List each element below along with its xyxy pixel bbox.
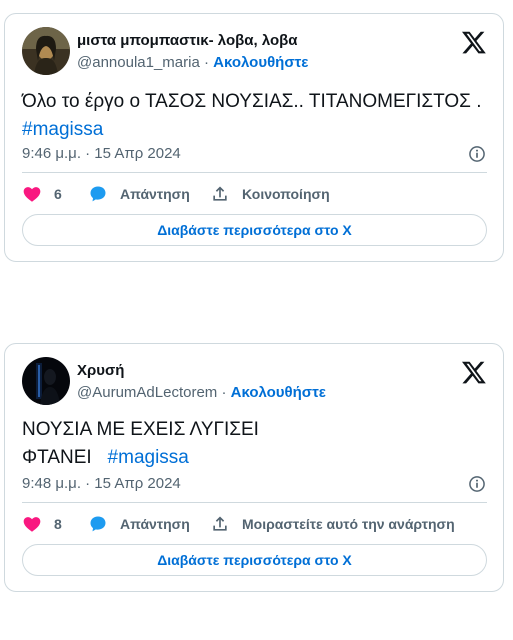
info-icon[interactable]	[467, 474, 487, 494]
share-label: Κοινοποίηση	[242, 186, 330, 202]
share-upload-icon	[213, 516, 227, 531]
read-more-button[interactable]: Διαβάστε περισσότερα στο X	[22, 544, 487, 576]
like-button[interactable]: 6	[22, 182, 62, 206]
follow-link[interactable]: Ακολουθήστε	[231, 384, 326, 401]
x-logo-icon[interactable]	[461, 29, 487, 55]
x-logo-icon[interactable]	[461, 359, 487, 385]
tweet-header: μιστα μπομπαστικ- λοβα, λοβα @annoula1_m…	[22, 27, 487, 77]
author-names: μιστα μπομπαστικ- λοβα, λοβα @annoula1_m…	[77, 31, 308, 73]
timestamp[interactable]: 9:46 μ.μ. · 15 Απρ 2024	[22, 145, 181, 162]
tweet-actions: 6 Απάντηση Κοινοποίηση	[22, 182, 487, 206]
handle[interactable]: @annoula1_maria	[77, 54, 200, 71]
separator: ·	[199, 54, 214, 71]
tweet-text: Όλο το έργο ο ΤΑΣΟΣ ΝΟΥΣΙΑΣ.. ΤΙΤΑΝΟΜΕΓΙ…	[22, 88, 487, 144]
read-more-button[interactable]: Διαβάστε περισσότερα στο X	[22, 214, 487, 246]
handle-row: @annoula1_maria · Ακολουθήστε	[77, 53, 308, 73]
tweet-meta: 9:48 μ.μ. · 15 Απρ 2024	[22, 474, 487, 494]
separator: ·	[217, 384, 231, 401]
like-count: 8	[54, 516, 62, 532]
handle-row: @AurumAdLectorem · Ακολουθήστε	[77, 383, 326, 403]
timestamp[interactable]: 9:48 μ.μ. · 15 Απρ 2024	[22, 475, 181, 492]
info-icon[interactable]	[467, 144, 487, 164]
tweet-card: Χρυσή @AurumAdLectorem · Ακολουθήστε ΝΟΥ…	[4, 343, 504, 592]
share-button[interactable]: Κοινοποίηση	[210, 182, 330, 206]
reply-bubble-icon	[90, 186, 106, 202]
share-button[interactable]: Μοιραστείτε αυτό την ανάρτηση	[210, 512, 455, 536]
divider	[22, 172, 487, 173]
like-count: 6	[54, 186, 62, 202]
heart-icon	[23, 187, 41, 202]
tweet-text-line: Όλο το έργο ο ΤΑΣΟΣ ΝΟΥΣΙΑΣ.. ΤΙΤΑΝΟΜΕΓΙ…	[22, 91, 482, 112]
reply-button[interactable]: Απάντηση	[88, 512, 190, 536]
like-button[interactable]: 8	[22, 512, 62, 536]
tweet-text-line: ΝΟΥΣΙΑ ΜΕ ΕΧΕΙΣ ΛΥΓΙΣΕΙ	[22, 419, 259, 440]
tweet-card: μιστα μπομπαστικ- λοβα, λοβα @annoula1_m…	[4, 13, 504, 262]
reply-button[interactable]: Απάντηση	[88, 182, 190, 206]
reply-label: Απάντηση	[120, 516, 190, 532]
tweet-text: ΝΟΥΣΙΑ ΜΕ ΕΧΕΙΣ ΛΥΓΙΣΕΙ ΦΤΑΝΕΙ #magissa	[22, 416, 487, 472]
avatar[interactable]	[22, 27, 70, 75]
tweet-actions: 8 Απάντηση Μοιραστείτε αυτό την ανάρτηση	[22, 512, 487, 536]
share-upload-icon	[213, 186, 227, 201]
follow-link[interactable]: Ακολουθήστε	[213, 54, 308, 71]
handle[interactable]: @AurumAdLectorem	[77, 384, 217, 401]
tweet-header: Χρυσή @AurumAdLectorem · Ακολουθήστε	[22, 357, 487, 407]
hashtag-link[interactable]: #magissa	[22, 119, 103, 140]
tweet-meta: 9:46 μ.μ. · 15 Απρ 2024	[22, 144, 487, 164]
hashtag-link[interactable]: #magissa	[108, 447, 189, 468]
author-names: Χρυσή @AurumAdLectorem · Ακολουθήστε	[77, 361, 326, 403]
divider	[22, 502, 487, 503]
heart-icon	[23, 517, 41, 532]
display-name[interactable]: Χρυσή	[77, 361, 326, 381]
share-label: Μοιραστείτε αυτό την ανάρτηση	[242, 516, 455, 532]
tweet-text-line: ΦΤΑΝΕΙ	[22, 447, 92, 468]
display-name[interactable]: μιστα μπομπαστικ- λοβα, λοβα	[77, 31, 308, 51]
reply-label: Απάντηση	[120, 186, 190, 202]
reply-bubble-icon	[90, 516, 106, 532]
avatar[interactable]	[22, 357, 70, 405]
